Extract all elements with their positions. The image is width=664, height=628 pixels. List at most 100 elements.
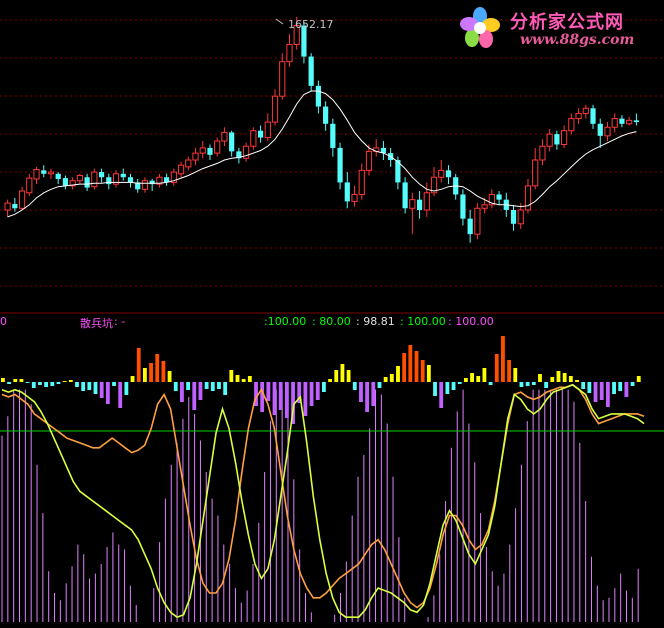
candle-body-down xyxy=(84,177,90,188)
candle xyxy=(250,127,257,150)
candle xyxy=(55,172,61,185)
candle-body-up xyxy=(611,118,618,128)
indicator-bar-negative xyxy=(44,382,49,387)
indicator-value-2: : 80.00 xyxy=(312,315,351,328)
candle xyxy=(4,199,11,217)
indicator-bar-positive xyxy=(494,354,499,382)
candle xyxy=(33,166,40,185)
indicator-bar-negative xyxy=(451,382,456,390)
indicator-bar-negative xyxy=(223,382,228,395)
candle xyxy=(236,147,242,164)
indicator-bar-negative xyxy=(439,382,444,408)
indicator-bar-negative xyxy=(198,382,203,400)
indicator-bar-negative xyxy=(81,382,86,391)
candle xyxy=(546,128,553,152)
candle-body-down xyxy=(12,203,18,209)
candle xyxy=(402,177,408,214)
indicator-bar-negative xyxy=(544,382,549,388)
candle-body-up xyxy=(18,190,26,209)
indicator-bar-negative xyxy=(217,382,221,389)
candle xyxy=(582,104,589,119)
indicator-bar-positive xyxy=(463,378,468,382)
candle xyxy=(488,189,495,209)
candle xyxy=(221,127,228,147)
indicator-bar-positive xyxy=(346,370,351,382)
candle xyxy=(430,166,438,197)
candle-body-down xyxy=(98,172,105,178)
candle xyxy=(98,168,105,183)
indicator-bar-negative xyxy=(260,382,265,412)
candle-body-up xyxy=(568,118,575,132)
candle-body-down xyxy=(590,108,596,124)
candle-body-down xyxy=(416,199,423,210)
indicator-bar-positive xyxy=(229,370,234,382)
indicator-bar-negative xyxy=(272,382,277,415)
indicator-value-4: : 100.00 xyxy=(400,315,446,328)
indicator-histogram xyxy=(1,389,639,622)
indicator-bar-negative xyxy=(99,382,104,398)
indicator-bar-negative xyxy=(433,382,437,396)
indicator-bar-negative xyxy=(612,382,616,394)
indicator-bar-positive xyxy=(334,370,339,382)
indicator-bar-positive xyxy=(1,378,5,382)
indicator-bar-negative xyxy=(488,382,493,385)
candle-body-down xyxy=(257,130,264,138)
candle-body-up xyxy=(575,112,582,120)
indicator-bar-positive xyxy=(414,351,419,382)
indicator-bar-positive xyxy=(501,336,505,382)
indicator-bar-negative xyxy=(112,382,116,386)
candle-body-down xyxy=(633,120,639,123)
indicator-bar-positive xyxy=(507,360,512,382)
candle xyxy=(170,168,177,186)
indicator-value-5: : 100.00 xyxy=(448,315,494,328)
indicator-bar-negative xyxy=(105,382,110,404)
candle xyxy=(496,191,502,205)
indicator-bar-negative xyxy=(531,382,536,385)
candle xyxy=(445,165,452,185)
indicator-bar-negative xyxy=(38,382,42,385)
indicator-bar-negative xyxy=(587,382,592,393)
candle xyxy=(358,163,365,200)
indicator-bar-negative xyxy=(365,382,370,412)
candle-body-down xyxy=(62,178,69,186)
candle xyxy=(460,189,466,226)
indicator-bar-negative xyxy=(173,382,178,391)
candle xyxy=(76,173,83,185)
candle-body-down xyxy=(467,218,473,235)
indicator-bar-negative xyxy=(599,382,604,400)
indicator-bar-positive xyxy=(340,364,345,382)
flower-logo-icon xyxy=(460,7,500,48)
candle xyxy=(62,175,69,190)
indicator-bar-negative xyxy=(7,382,12,384)
indicator-bar-positive xyxy=(575,380,579,382)
indicator-bar-positive xyxy=(482,368,487,382)
candle-body-down xyxy=(55,173,61,179)
indicator-bar-negative xyxy=(210,382,215,391)
indicator-bar-negative xyxy=(186,382,191,390)
candle-body-up xyxy=(561,130,568,145)
indicator-bar-negative xyxy=(581,382,586,389)
indicator-bar-negative xyxy=(618,382,623,391)
candle xyxy=(568,113,575,135)
candle-body-up xyxy=(582,107,589,114)
indicator-bar-negative xyxy=(180,382,184,402)
candle-body-up xyxy=(279,61,286,97)
candle xyxy=(264,113,271,142)
indicator-bar-negative xyxy=(519,382,524,387)
candle xyxy=(18,186,26,210)
indicator-bar-negative xyxy=(624,382,629,397)
indicator-bar-positive xyxy=(389,374,394,382)
candle-body-down xyxy=(41,170,47,174)
indicator-bar-positive xyxy=(19,379,24,382)
candle xyxy=(619,115,625,128)
candle xyxy=(271,89,279,126)
indicator-bar-positive xyxy=(396,366,400,382)
indicator-bar-negative xyxy=(266,382,271,401)
candle xyxy=(207,144,213,160)
candle xyxy=(539,139,546,166)
candle-body-up xyxy=(192,152,199,161)
candle xyxy=(626,116,633,126)
candle-body-down xyxy=(229,132,235,152)
candle xyxy=(106,173,112,190)
candle xyxy=(590,104,596,129)
